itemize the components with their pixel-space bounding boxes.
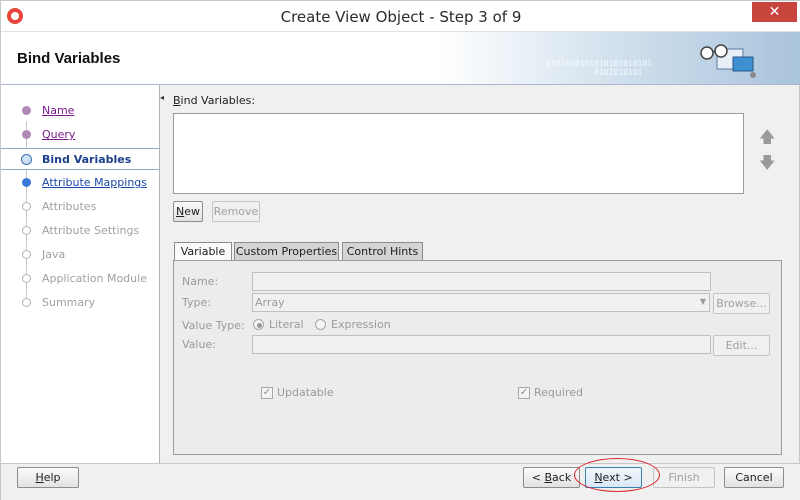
- name-field[interactable]: [252, 272, 711, 291]
- nav-step-bind-variables[interactable]: Bind Variables: [1, 148, 159, 170]
- required-label: Required: [534, 386, 583, 399]
- nav-step-label: Java: [42, 248, 66, 261]
- title-bar: Create View Object - Step 3 of 9 ✕: [1, 1, 800, 32]
- step-status-icon: [22, 202, 31, 211]
- collapse-left-icon[interactable]: ◂: [160, 93, 164, 102]
- window-title: Create View Object - Step 3 of 9: [280, 8, 522, 26]
- step-title: Bind Variables: [17, 50, 121, 67]
- nav-step-label: Summary: [42, 296, 96, 309]
- required-checkbox[interactable]: ✓: [518, 387, 530, 399]
- expression-label: Expression: [331, 318, 391, 331]
- help-button[interactable]: Help: [17, 467, 79, 488]
- value-field[interactable]: [252, 335, 711, 354]
- step-status-icon: [21, 154, 32, 165]
- chevron-down-icon: ▼: [699, 297, 706, 306]
- literal-radio[interactable]: [253, 319, 264, 330]
- nav-step-attribute-settings: Attribute Settings: [1, 220, 159, 242]
- browse-button[interactable]: Browse...: [713, 293, 770, 314]
- move-down-icon[interactable]: 🡇: [759, 155, 775, 171]
- bind-variables-list[interactable]: [173, 113, 744, 194]
- nav-step-name[interactable]: Name: [1, 100, 159, 122]
- step-status-icon: [22, 226, 31, 235]
- back-button[interactable]: < Back: [523, 467, 580, 488]
- bind-variables-panel: Bind Variables: 🡅 🡇 New Remove Variable …: [165, 85, 800, 463]
- type-select[interactable]: Array ▼: [252, 293, 710, 312]
- updatable-label: Updatable: [277, 386, 334, 399]
- nav-step-query[interactable]: Query: [1, 124, 159, 146]
- nav-step-summary: Summary: [1, 292, 159, 314]
- name-label: Name:: [182, 275, 219, 288]
- value-type-label: Value Type:: [182, 319, 245, 332]
- wizard-glasses-icon: [700, 44, 756, 78]
- bind-variables-label: Bind Variables:: [173, 94, 256, 107]
- nav-step-label: Name: [42, 104, 75, 117]
- remove-button[interactable]: Remove: [212, 201, 260, 222]
- nav-step-attributes: Attributes: [1, 196, 159, 218]
- tab-custom-properties[interactable]: Custom Properties: [234, 242, 339, 260]
- cancel-button[interactable]: Cancel: [724, 467, 784, 488]
- nav-step-application-module: Application Module: [1, 268, 159, 290]
- binary-decoration: 0101010101010101010101 0101010101: [546, 59, 652, 77]
- nav-step-label: Bind Variables: [42, 153, 132, 166]
- step-status-icon: [22, 130, 31, 139]
- nav-step-label: Application Module: [42, 272, 147, 285]
- next-button-highlight-ring: [574, 458, 660, 492]
- nav-step-attribute-mappings[interactable]: Attribute Mappings: [1, 172, 159, 194]
- type-value: Array: [255, 296, 285, 309]
- step-status-icon: [22, 250, 31, 259]
- nav-step-label: Query: [42, 128, 76, 141]
- expression-radio[interactable]: [315, 319, 326, 330]
- literal-label: Literal: [269, 318, 304, 331]
- create-view-object-dialog: Create View Object - Step 3 of 9 ✕ Bind …: [0, 0, 800, 500]
- value-label: Value:: [182, 338, 216, 351]
- step-status-icon: [22, 178, 31, 187]
- edit-button[interactable]: Edit...: [713, 335, 770, 356]
- step-status-icon: [22, 274, 31, 283]
- step-status-icon: [22, 298, 31, 307]
- updatable-checkbox[interactable]: ✓: [261, 387, 273, 399]
- move-up-icon[interactable]: 🡅: [759, 129, 775, 145]
- tab-variable[interactable]: Variable: [174, 242, 232, 261]
- nav-step-label: Attributes: [42, 200, 97, 213]
- nav-step-label: Attribute Mappings: [42, 176, 148, 189]
- finish-button[interactable]: Finish: [653, 467, 715, 488]
- tab-control-hints[interactable]: Control Hints: [342, 242, 423, 260]
- type-label: Type:: [182, 296, 211, 309]
- nav-step-java: Java: [1, 244, 159, 266]
- step-header: Bind Variables 0101010101010101010101 01…: [1, 32, 800, 85]
- close-button[interactable]: ✕: [752, 2, 797, 22]
- new-button[interactable]: New: [173, 201, 203, 222]
- step-status-icon: [22, 106, 31, 115]
- nav-step-label: Attribute Settings: [42, 224, 140, 237]
